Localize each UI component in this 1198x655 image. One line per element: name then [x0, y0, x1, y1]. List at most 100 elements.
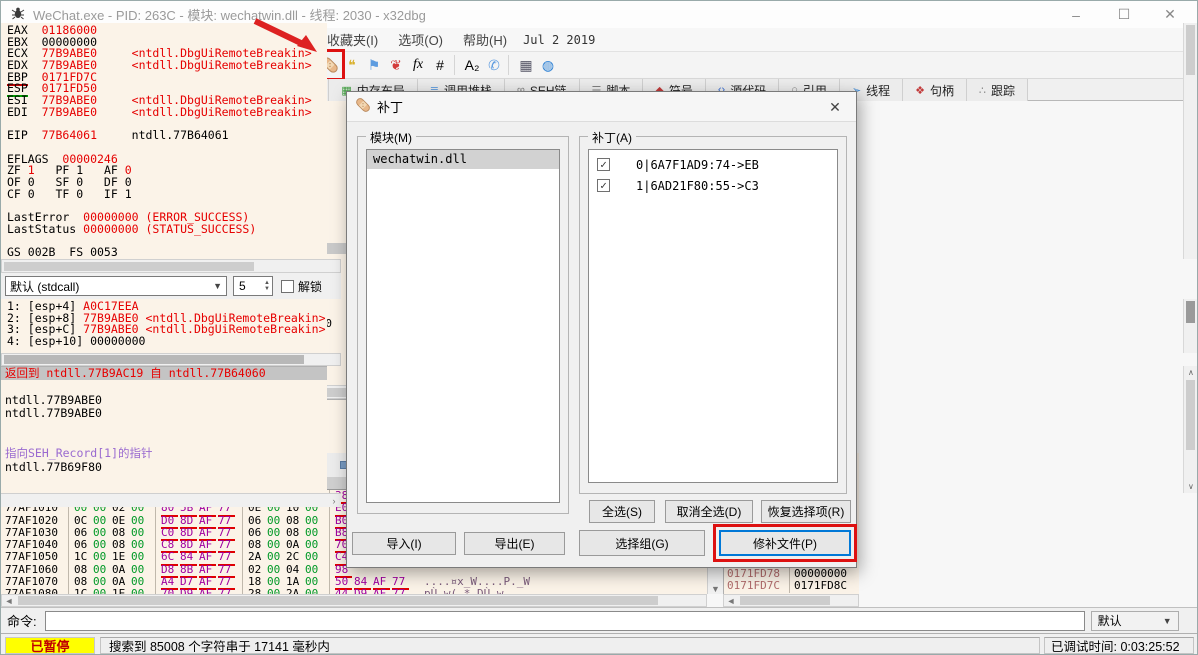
tab-句柄[interactable]: ❖ 句柄 — [903, 79, 968, 101]
scroll-right-icon[interactable]: › — [327, 496, 341, 506]
stack-info-vscrollbar[interactable]: ∧ ∨ — [1183, 366, 1197, 493]
register-line: LastStatus 00000000 (STATUS_SUCCESS) — [7, 221, 257, 236]
stack-info-line: 指向SEH_Record[1]的指针 — [5, 446, 153, 461]
stack-info-line: ntdll.77B69F80 — [5, 459, 102, 474]
functions-icon[interactable]: fx — [407, 53, 429, 77]
modules-group-label: 模块(M) — [366, 129, 416, 146]
trace-icon: ∴ — [979, 84, 987, 97]
patch-dialog: 补丁 ✕ 模块(M) wechatwin.dll 补丁(A) ✓ 0|6A7F1A… — [346, 91, 857, 568]
stack-row[interactable]: 0171FD7C 0171FD8C — [724, 579, 859, 593]
menu-帮助H[interactable]: 帮助(H) — [453, 28, 517, 51]
status-bar: 已暂停 搜索到 85008 个字符串于 17141 毫秒内 已调试时间: 0:0… — [1, 633, 1197, 654]
labels-icon[interactable]: ⚑ — [363, 53, 385, 77]
calling-convention-bar: 默认 (stdcall) ▼ 5 ▲ ▼ 解锁 — [1, 273, 341, 299]
select-group-button[interactable]: 选择组(G) — [579, 530, 705, 556]
registers-pane: 隐藏FPU EAX 01186000EBX 00000000ECX 77B9AB… — [1, 1, 1197, 507]
tab-label: 线程 — [866, 83, 891, 98]
patch-label: 0|6A7F1AD9:74->EB — [636, 157, 759, 172]
patch-dialog-title: 补丁 — [377, 100, 404, 115]
tab-跟踪[interactable]: ∴ 跟踪 — [967, 79, 1029, 101]
arguments-view[interactable]: 1: [esp+4] A0C17EEA 2: [esp+8] 77B9ABE0 <… — [1, 299, 327, 353]
stepper-arrows-icon[interactable]: ▲ ▼ — [264, 280, 272, 292]
argument-line: 4: [esp+10] 00000000 — [7, 334, 146, 349]
modules-group: 模块(M) wechatwin.dll — [357, 129, 569, 514]
scroll-up-icon[interactable]: ∧ — [1188, 368, 1194, 377]
module-item[interactable]: wechatwin.dll — [367, 150, 559, 169]
calculator-icon[interactable]: ▦ — [515, 53, 537, 77]
toolbar-separator — [508, 55, 515, 75]
unlock-label: 解锁 — [298, 279, 323, 294]
stack-hscrollbar[interactable]: ◄ — [723, 594, 859, 607]
x32dbg-window: WeChat.exe - PID: 263C - 模块: wechatwin.d… — [0, 0, 1198, 655]
chevron-down-icon: ▼ — [1162, 615, 1172, 626]
menu-收藏夹I[interactable]: 收藏夹(I) — [317, 28, 388, 51]
scroll-down-icon[interactable]: ▼ — [708, 584, 723, 594]
dialog-close-icon[interactable]: ✕ — [824, 96, 846, 118]
stack-info-hscrollbar[interactable]: › — [1, 493, 341, 507]
stack-info-view[interactable]: 返回到 ntdll.77B9AC19 自 ntdll.77B64060 ntdl… — [1, 366, 327, 493]
memory-address: 77AF1050 — [1, 551, 69, 564]
tab-label: 跟踪 — [991, 83, 1016, 98]
stack-info-line: 返回到 ntdll.77B9AC19 自 ntdll.77B64060 — [1, 367, 327, 381]
registers-hscrollbar[interactable] — [1, 259, 341, 273]
debug-state-badge: 已暂停 — [5, 636, 95, 654]
handles-icon: ❖ — [915, 84, 925, 97]
globe-icon[interactable]: ◍ — [537, 53, 559, 77]
comments-icon[interactable]: ❝ — [341, 53, 363, 77]
debug-time: 已调试时间: 0:03:25:52 — [1044, 636, 1194, 654]
status-message: 搜索到 85008 个字符串于 17141 毫秒内 — [100, 636, 1040, 654]
case-icon[interactable]: A₂ — [461, 53, 483, 77]
patch-item[interactable]: ✓ 0|6A7F1AD9:74->EB — [589, 154, 837, 175]
stack-info-line: ntdll.77B9ABE0 — [5, 392, 102, 407]
stack-address: 0171FD7C — [724, 579, 790, 593]
command-scope-value: 默认 — [1097, 614, 1122, 628]
stack-info-line — [1, 434, 327, 447]
patch-checkbox[interactable]: ✓ — [597, 158, 610, 171]
window-title: WeChat.exe - PID: 263C - 模块: wechatwin.d… — [33, 8, 426, 23]
register-line: EIP 77B64061 ntdll.77B64061 — [7, 128, 229, 143]
unlock-checkbox[interactable]: 解锁 — [281, 278, 322, 295]
scroll-down-icon[interactable]: ∨ — [1188, 482, 1194, 491]
patches-list[interactable]: ✓ 0|6A7F1AD9:74->EB ✓ 1|6AD21F80:55->C3 — [588, 149, 838, 483]
calling-convention-select[interactable]: 默认 (stdcall) ▼ — [5, 276, 227, 296]
patches-group: 补丁(A) ✓ 0|6A7F1AD9:74->EB ✓ 1|6AD21F80:55->… — [579, 129, 847, 494]
patch-item[interactable]: ✓ 1|6AD21F80:55->C3 — [589, 175, 837, 196]
registers-vscrollbar[interactable] — [1183, 23, 1197, 259]
patch-checkbox[interactable]: ✓ — [597, 179, 610, 192]
command-label: 命令: — [7, 614, 37, 629]
register-line: CF 0 TF 0 IF 1 — [7, 186, 132, 201]
patch-file-button[interactable]: 修补文件(P) — [713, 524, 857, 562]
arg-count-stepper[interactable]: 5 ▲ ▼ — [233, 276, 273, 296]
patch-icon — [355, 97, 371, 116]
bug-app-icon — [11, 6, 25, 23]
export-button[interactable]: 导出(E) — [464, 532, 565, 555]
stack-info-line — [1, 421, 327, 434]
patch-dialog-titlebar[interactable]: 补丁 ✕ — [347, 92, 856, 122]
hash-icon[interactable]: # — [429, 53, 451, 77]
bookmarks-icon[interactable]: ❦ — [385, 53, 407, 77]
deselect-all-button[interactable]: 取消全选(D) — [665, 500, 753, 523]
arguments-hscrollbar[interactable] — [1, 353, 341, 366]
dump-hscrollbar[interactable]: ◄ — [1, 594, 707, 607]
registers-view[interactable]: EAX 01186000 EBX 00000000 ECX 77B9ABE0 <nt… — [1, 23, 327, 259]
arguments-vscrollbar[interactable] — [1183, 299, 1197, 353]
command-bar: 命令: 默认 ▼ — [1, 607, 1197, 633]
modules-icon[interactable]: ✆ — [483, 53, 505, 77]
patch-label: 1|6AD21F80:55->C3 — [636, 178, 759, 193]
register-line: GS 002B FS 0053 — [7, 245, 118, 259]
maximize-button[interactable]: ☐ — [1101, 1, 1147, 28]
minimize-button[interactable]: – — [1053, 1, 1099, 28]
stack-value: 0171FD8C — [794, 579, 847, 593]
command-input[interactable] — [44, 610, 1085, 631]
modules-list[interactable]: wechatwin.dll — [366, 149, 560, 503]
tab-label: 句柄 — [930, 83, 955, 98]
command-scope-select[interactable]: 默认 ▼ — [1090, 610, 1179, 631]
stack-info-line — [1, 380, 327, 393]
restore-selection-button[interactable]: 恢复选择项(R) — [761, 500, 851, 523]
menu-选项O[interactable]: 选项(O) — [388, 28, 453, 51]
select-all-button[interactable]: 全选(S) — [589, 500, 655, 523]
import-button[interactable]: 导入(I) — [352, 532, 456, 555]
arg-count-value: 5 — [239, 279, 246, 293]
build-date: Jul 2 2019 — [523, 32, 596, 47]
checkbox-icon[interactable] — [281, 279, 294, 293]
